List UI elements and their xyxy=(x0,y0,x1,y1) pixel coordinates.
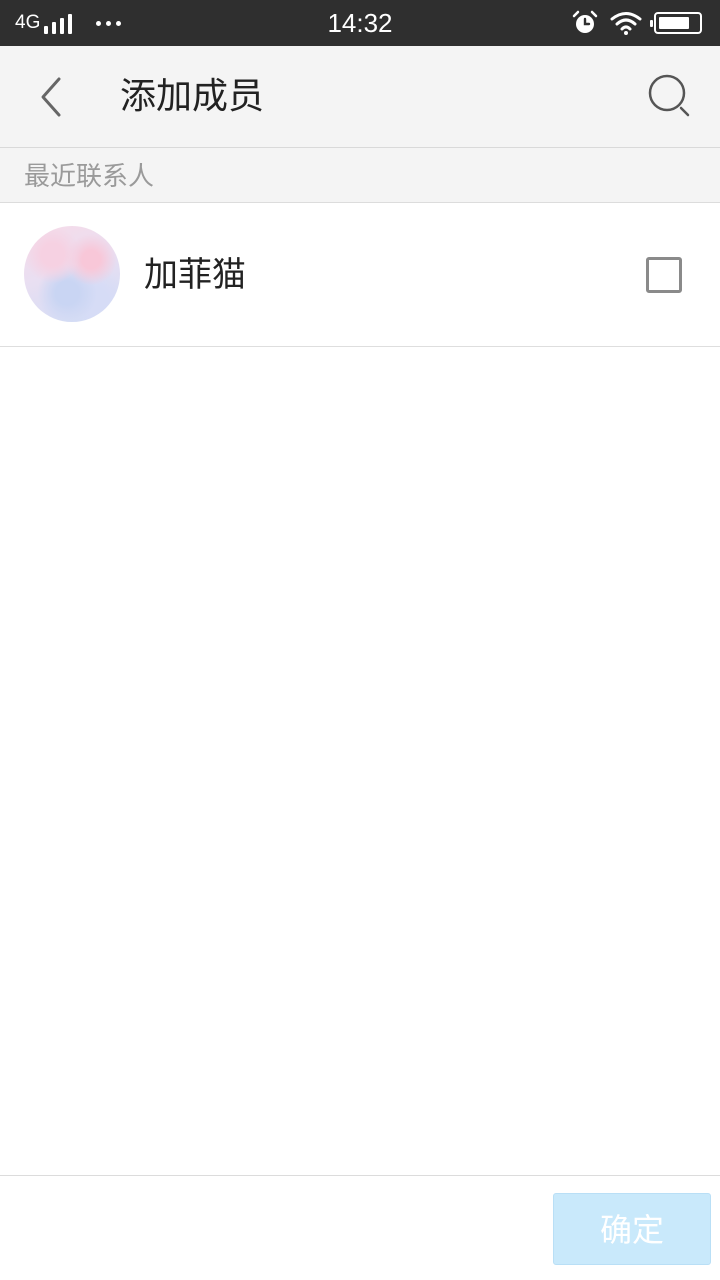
confirm-button[interactable]: 确定 xyxy=(553,1193,711,1265)
search-button[interactable] xyxy=(642,72,698,122)
status-bar: 4G 14:32 xyxy=(0,0,720,46)
avatar xyxy=(24,226,120,322)
back-button[interactable] xyxy=(22,72,82,122)
status-right xyxy=(572,0,702,46)
bottom-bar: 确定 xyxy=(0,1175,720,1280)
wifi-icon xyxy=(610,12,642,35)
alarm-icon xyxy=(572,10,598,33)
search-icon xyxy=(648,74,690,117)
contact-checkbox[interactable] xyxy=(646,257,682,293)
chevron-left-icon xyxy=(41,77,61,117)
contact-name: 加菲猫 xyxy=(144,255,246,295)
contact-row[interactable]: 加菲猫 xyxy=(0,203,720,347)
battery-icon xyxy=(650,12,702,34)
page-title: 添加成员 xyxy=(120,76,265,117)
app-header: 添加成员 xyxy=(0,46,720,148)
section-label: 最近联系人 xyxy=(24,162,155,192)
section-header: 最近联系人 xyxy=(0,148,720,203)
